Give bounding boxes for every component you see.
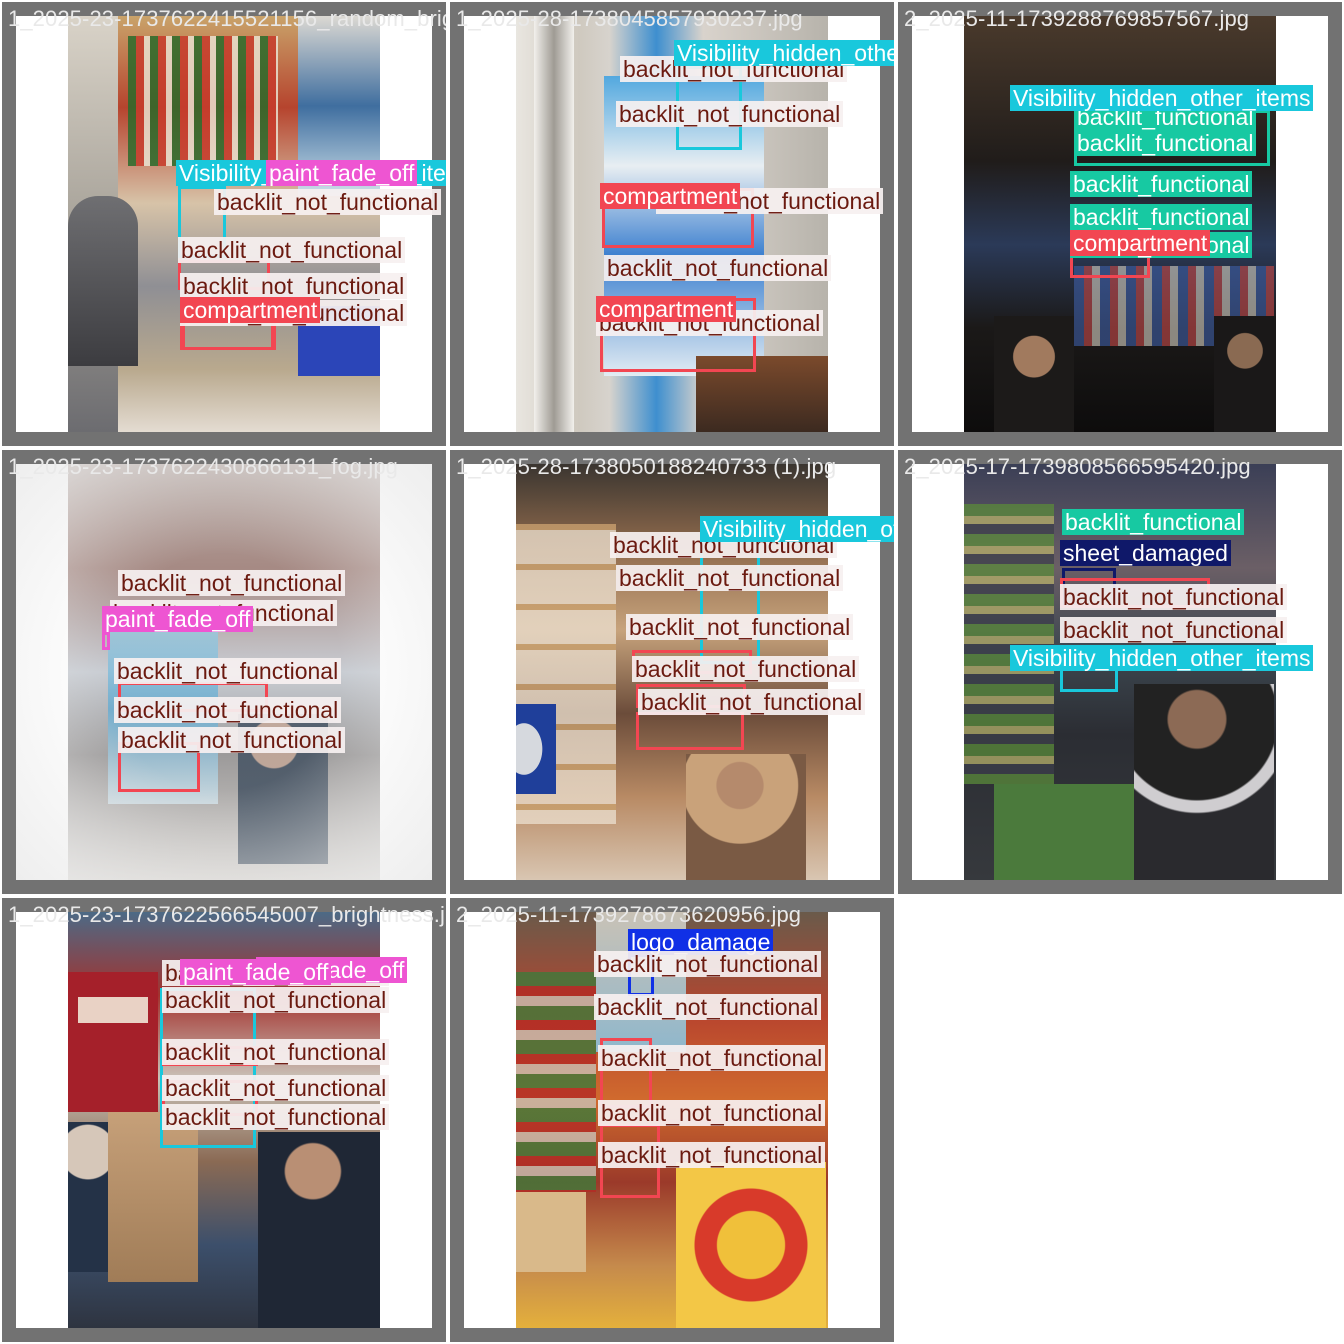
detection-label: backlit_not_functional bbox=[594, 994, 822, 1020]
detection-label: backlit_not_functional bbox=[638, 689, 866, 715]
detection-label: backlit_functional bbox=[1062, 509, 1245, 535]
detection-label: backlit_functional bbox=[1070, 171, 1253, 197]
detection-label: Visibility_hidden_other_items bbox=[674, 40, 894, 66]
grid-tile-6: 2_2025-17-1739808566595420.jpg backlit_f… bbox=[898, 450, 1342, 894]
detection-label: backlit_not_functional bbox=[162, 987, 390, 1013]
detection-label: backlit_not_functional bbox=[1060, 584, 1288, 610]
grid-tile-1: 1_2025-23-1737622415521156_random_bright… bbox=[2, 2, 446, 446]
detection-label: backlit_not_functional bbox=[214, 189, 442, 215]
detection-label: backlit_not_functional bbox=[598, 1142, 826, 1168]
detection-label: backlit_not_functional bbox=[594, 951, 822, 977]
detection-label: backlit_functional bbox=[1074, 130, 1257, 156]
detection-label: backlit_not_functional bbox=[162, 1075, 390, 1101]
detection-label: backlit_not_functional bbox=[616, 565, 844, 591]
detection-label: paint_fade_off bbox=[180, 959, 332, 985]
image-filename: 2_2025-11-1739278673620956.jpg bbox=[456, 902, 802, 927]
detection-label: paint_fade_off bbox=[102, 606, 254, 632]
detection-label: backlit_not_functional bbox=[1060, 617, 1288, 643]
detection-label: backlit_not_functional bbox=[178, 237, 406, 263]
detection-label: backlit_not_functional bbox=[598, 1045, 826, 1071]
detection-label: backlit_not_functional bbox=[162, 1039, 390, 1065]
detection-label: backlit_not_functional bbox=[118, 727, 346, 753]
image-filename: 2_2025-17-1739808566595420.jpg bbox=[904, 454, 1251, 479]
image-filename: 2_2025-11-1739288769857567.jpg bbox=[904, 6, 1250, 31]
grid-tile-4: 1_2025-23-1737622430866131_fog.jpg backl… bbox=[2, 450, 446, 894]
grid-tile-7: 1_2025-23-1737622566545007_brightness.jp… bbox=[2, 898, 446, 1342]
image-filename: 1_2025-23-1737622566545007_brightness.jp… bbox=[8, 902, 446, 927]
detection-label: backlit_not_functional bbox=[626, 614, 854, 640]
detection-label: Visibility_hidden_other_items bbox=[1010, 645, 1314, 671]
detection-label: paint_fade_off bbox=[266, 160, 418, 186]
detection-label: Visibility_hidden_other_items bbox=[700, 516, 894, 542]
detection-label: compartment bbox=[600, 183, 741, 209]
detection-label: backlit_not_functional bbox=[118, 570, 346, 596]
detection-label: compartment bbox=[180, 297, 321, 323]
image-filename: 1_2025-28-1738045857930237.jpg bbox=[456, 6, 803, 31]
grid-tile-8: 2_2025-11-1739278673620956.jpg logo_dama… bbox=[450, 898, 894, 1342]
visibility-box bbox=[700, 540, 760, 664]
detection-label: backlit_not_functional bbox=[180, 273, 408, 299]
image-filename: 1_2025-23-1737622415521156_random_bright bbox=[8, 6, 446, 31]
detection-label: backlit_not_functional bbox=[632, 656, 860, 682]
detection-label: Visibility_hidden_other_items bbox=[1010, 85, 1314, 111]
detection-label: backlit_not_functional bbox=[114, 697, 342, 723]
image-filename: 1_2025-23-1737622430866131_fog.jpg bbox=[8, 454, 398, 479]
detection-label: backlit_not_functional bbox=[604, 255, 832, 281]
detection-label: backlit_functional bbox=[1070, 204, 1253, 230]
grid-tile-3: 2_2025-11-1739288769857567.jpg backlit_f… bbox=[898, 2, 1342, 446]
detection-label: backlit_not_functional bbox=[114, 658, 342, 684]
grid-tile-5: 1_2025-28-1738050188240733 (1).jpg backl… bbox=[450, 450, 894, 894]
backlit-box bbox=[636, 712, 744, 750]
paint-fade-box bbox=[102, 632, 110, 650]
detection-label: backlit_not_functional bbox=[616, 101, 844, 127]
image-filename: 1_2025-28-1738050188240733 (1).jpg bbox=[456, 454, 837, 479]
detection-label: compartment bbox=[596, 296, 737, 322]
detection-label: backlit_not_functional bbox=[162, 1104, 390, 1130]
detection-label: backlit_not_functional bbox=[598, 1100, 826, 1126]
detection-label: sheet_damaged bbox=[1060, 540, 1231, 566]
grid-tile-2: 1_2025-28-1738045857930237.jpg backlit_n… bbox=[450, 2, 894, 446]
detection-label: compartment bbox=[1070, 230, 1211, 256]
